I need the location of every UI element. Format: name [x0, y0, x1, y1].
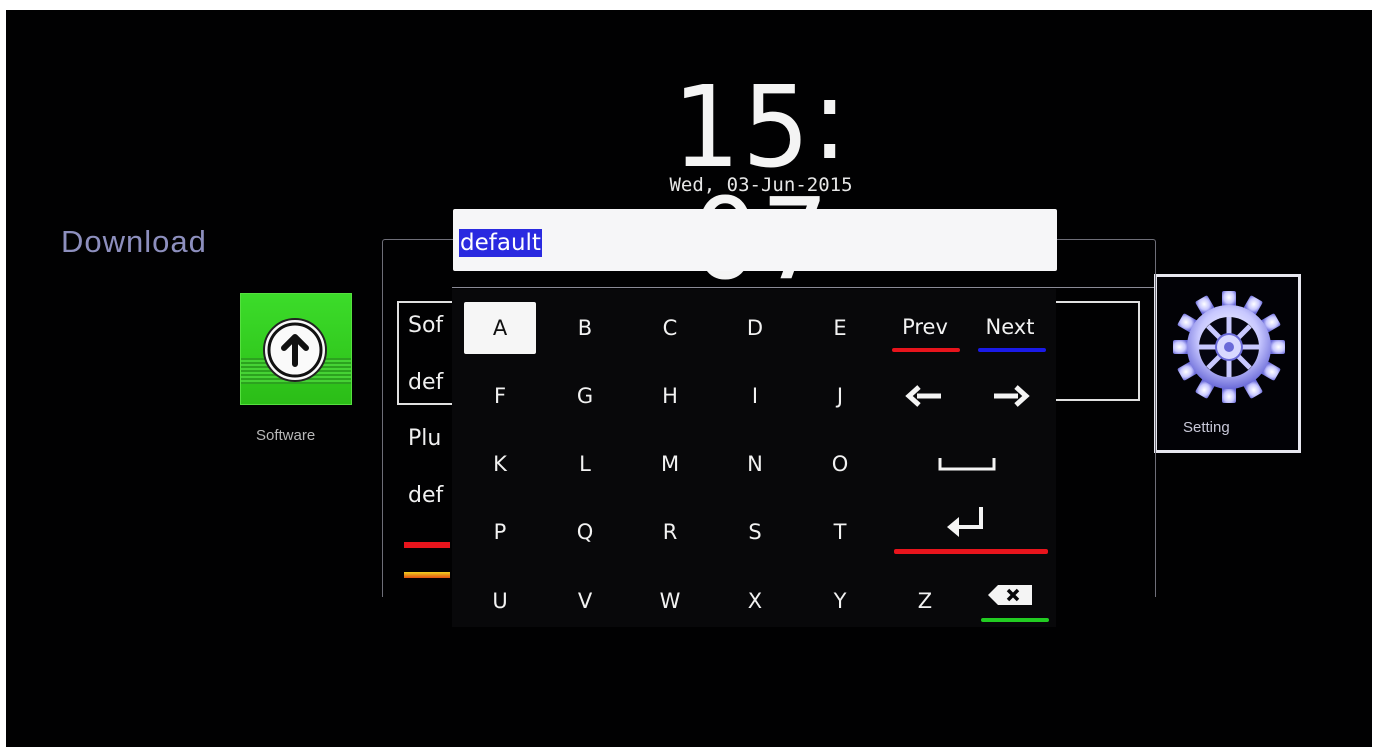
tv-screen: 15:07 Wed, 03-Jun-2015 Download Software — [6, 10, 1372, 747]
text-input[interactable]: default — [453, 209, 1057, 271]
backspace-icon — [988, 585, 1032, 605]
key-s[interactable]: S — [719, 506, 791, 558]
input-value: default — [459, 229, 542, 257]
key-z[interactable]: Z — [889, 575, 961, 627]
list-item[interactable]: Plu — [408, 426, 452, 451]
arrow-left-icon — [905, 385, 941, 407]
enter-underline — [894, 549, 1048, 554]
arrow-right-icon — [994, 385, 1030, 407]
yellow-color-key — [404, 572, 450, 578]
enter-key[interactable] — [922, 496, 1012, 548]
next-button[interactable]: Next — [974, 301, 1046, 353]
key-t[interactable]: T — [804, 506, 876, 558]
section-title: Download — [61, 224, 207, 259]
key-q[interactable]: Q — [549, 506, 621, 558]
backspace-underline — [981, 618, 1049, 622]
setting-label: Setting — [1183, 419, 1230, 436]
selection-frame-right — [1056, 301, 1140, 401]
key-f[interactable]: F — [464, 370, 536, 422]
red-color-key — [404, 542, 450, 548]
key-x[interactable]: X — [719, 575, 791, 627]
key-i[interactable]: I — [719, 370, 791, 422]
key-h[interactable]: H — [634, 370, 706, 422]
list-item[interactable]: Sof — [408, 313, 452, 338]
key-w[interactable]: W — [634, 575, 706, 627]
key-p[interactable]: P — [464, 506, 536, 558]
key-b[interactable]: B — [549, 302, 621, 354]
clock-separator: : — [811, 55, 850, 185]
key-k[interactable]: K — [464, 438, 536, 490]
space-key[interactable] — [922, 438, 1012, 490]
software-tile[interactable] — [240, 293, 352, 405]
software-label: Software — [256, 427, 316, 444]
key-y[interactable]: Y — [804, 575, 876, 627]
key-n[interactable]: N — [719, 438, 791, 490]
key-e[interactable]: E — [804, 302, 876, 354]
upload-arrow-icon — [263, 318, 327, 382]
space-icon — [938, 458, 996, 471]
setting-tile[interactable]: Setting — [1154, 274, 1301, 453]
key-r[interactable]: R — [634, 506, 706, 558]
key-d[interactable]: D — [719, 302, 791, 354]
backspace-key[interactable] — [974, 569, 1046, 621]
arrow-left-key[interactable] — [889, 370, 961, 422]
enter-icon — [947, 507, 983, 537]
key-o[interactable]: O — [804, 438, 876, 490]
prev-underline — [892, 348, 960, 352]
prev-button[interactable]: Prev — [889, 301, 961, 353]
key-u[interactable]: U — [464, 575, 536, 627]
virtual-keyboard: A B C D E Prev Next F G H I J K L M N O … — [452, 289, 1056, 627]
key-v[interactable]: V — [549, 575, 621, 627]
date-label: Wed, 03-Jun-2015 — [669, 174, 853, 196]
key-l[interactable]: L — [549, 438, 621, 490]
next-underline — [978, 348, 1046, 352]
key-c[interactable]: C — [634, 302, 706, 354]
gear-icon — [1173, 291, 1285, 403]
list-item[interactable]: def — [408, 483, 452, 508]
key-j[interactable]: J — [804, 370, 876, 422]
key-g[interactable]: G — [549, 370, 621, 422]
panel-divider — [452, 287, 1154, 288]
list-item[interactable]: def — [408, 370, 452, 395]
arrow-right-key[interactable] — [974, 370, 1046, 422]
key-m[interactable]: M — [634, 438, 706, 490]
key-a[interactable]: A — [464, 302, 536, 354]
